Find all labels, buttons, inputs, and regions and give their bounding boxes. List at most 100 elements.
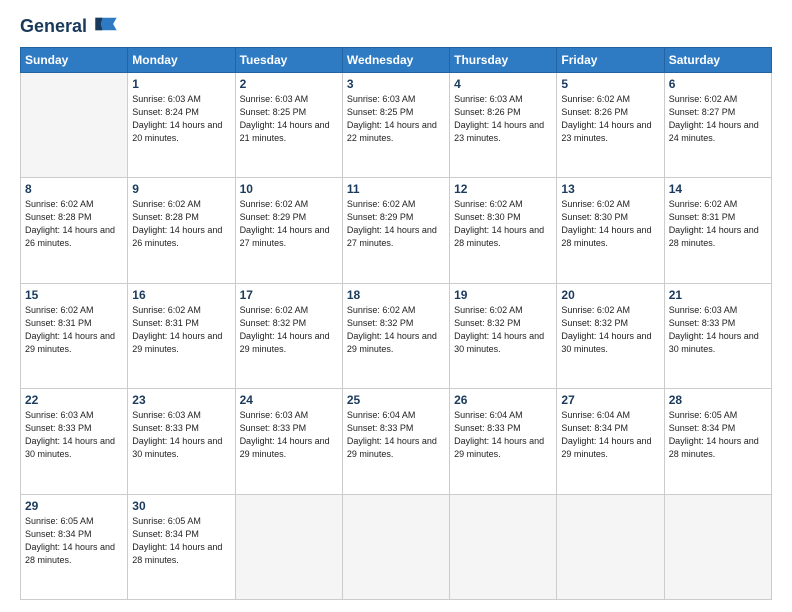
- day-number: 28: [669, 393, 767, 407]
- empty-cell: [664, 494, 771, 599]
- day-number: 16: [132, 288, 230, 302]
- logo-text: General: [20, 16, 120, 37]
- day-info: Sunrise: 6:02 AMSunset: 8:31 PMDaylight:…: [25, 304, 123, 356]
- day-number: 6: [669, 77, 767, 91]
- week-row-2: 8 Sunrise: 6:02 AMSunset: 8:28 PMDayligh…: [21, 178, 772, 283]
- day-info: Sunrise: 6:03 AMSunset: 8:33 PMDaylight:…: [240, 409, 338, 461]
- day-info: Sunrise: 6:02 AMSunset: 8:31 PMDaylight:…: [132, 304, 230, 356]
- day-info: Sunrise: 6:02 AMSunset: 8:29 PMDaylight:…: [347, 198, 445, 250]
- day-cell-12: 12 Sunrise: 6:02 AMSunset: 8:30 PMDaylig…: [450, 178, 557, 283]
- empty-cell: [342, 494, 449, 599]
- day-cell-30: 30 Sunrise: 6:05 AMSunset: 8:34 PMDaylig…: [128, 494, 235, 599]
- day-cell-8: 8 Sunrise: 6:02 AMSunset: 8:28 PMDayligh…: [21, 178, 128, 283]
- col-header-sunday: Sunday: [21, 47, 128, 72]
- day-cell-1: 1 Sunrise: 6:03 AMSunset: 8:24 PMDayligh…: [128, 72, 235, 177]
- day-cell-18: 18 Sunrise: 6:02 AMSunset: 8:32 PMDaylig…: [342, 283, 449, 388]
- day-number: 29: [25, 499, 123, 513]
- day-info: Sunrise: 6:02 AMSunset: 8:30 PMDaylight:…: [561, 198, 659, 250]
- day-number: 10: [240, 182, 338, 196]
- day-info: Sunrise: 6:05 AMSunset: 8:34 PMDaylight:…: [669, 409, 767, 461]
- day-number: 13: [561, 182, 659, 196]
- day-info: Sunrise: 6:02 AMSunset: 8:31 PMDaylight:…: [669, 198, 767, 250]
- day-cell-14: 14 Sunrise: 6:02 AMSunset: 8:31 PMDaylig…: [664, 178, 771, 283]
- day-info: Sunrise: 6:03 AMSunset: 8:24 PMDaylight:…: [132, 93, 230, 145]
- day-number: 23: [132, 393, 230, 407]
- day-info: Sunrise: 6:02 AMSunset: 8:29 PMDaylight:…: [240, 198, 338, 250]
- col-header-wednesday: Wednesday: [342, 47, 449, 72]
- day-number: 24: [240, 393, 338, 407]
- day-number: 18: [347, 288, 445, 302]
- day-info: Sunrise: 6:04 AMSunset: 8:33 PMDaylight:…: [347, 409, 445, 461]
- day-info: Sunrise: 6:02 AMSunset: 8:32 PMDaylight:…: [240, 304, 338, 356]
- col-header-tuesday: Tuesday: [235, 47, 342, 72]
- day-info: Sunrise: 6:03 AMSunset: 8:33 PMDaylight:…: [132, 409, 230, 461]
- day-info: Sunrise: 6:03 AMSunset: 8:25 PMDaylight:…: [347, 93, 445, 145]
- day-cell-11: 11 Sunrise: 6:02 AMSunset: 8:29 PMDaylig…: [342, 178, 449, 283]
- col-header-saturday: Saturday: [664, 47, 771, 72]
- day-info: Sunrise: 6:03 AMSunset: 8:33 PMDaylight:…: [25, 409, 123, 461]
- logo-general: General: [20, 16, 87, 36]
- calendar-header-row: SundayMondayTuesdayWednesdayThursdayFrid…: [21, 47, 772, 72]
- day-cell-26: 26 Sunrise: 6:04 AMSunset: 8:33 PMDaylig…: [450, 389, 557, 494]
- day-cell-19: 19 Sunrise: 6:02 AMSunset: 8:32 PMDaylig…: [450, 283, 557, 388]
- day-cell-16: 16 Sunrise: 6:02 AMSunset: 8:31 PMDaylig…: [128, 283, 235, 388]
- day-info: Sunrise: 6:05 AMSunset: 8:34 PMDaylight:…: [25, 515, 123, 567]
- day-number: 14: [669, 182, 767, 196]
- day-info: Sunrise: 6:02 AMSunset: 8:28 PMDaylight:…: [132, 198, 230, 250]
- day-info: Sunrise: 6:02 AMSunset: 8:32 PMDaylight:…: [454, 304, 552, 356]
- day-number: 22: [25, 393, 123, 407]
- day-number: 9: [132, 182, 230, 196]
- day-number: 4: [454, 77, 552, 91]
- day-cell-15: 15 Sunrise: 6:02 AMSunset: 8:31 PMDaylig…: [21, 283, 128, 388]
- day-cell-25: 25 Sunrise: 6:04 AMSunset: 8:33 PMDaylig…: [342, 389, 449, 494]
- day-info: Sunrise: 6:02 AMSunset: 8:30 PMDaylight:…: [454, 198, 552, 250]
- day-cell-23: 23 Sunrise: 6:03 AMSunset: 8:33 PMDaylig…: [128, 389, 235, 494]
- day-cell-20: 20 Sunrise: 6:02 AMSunset: 8:32 PMDaylig…: [557, 283, 664, 388]
- day-cell-5: 5 Sunrise: 6:02 AMSunset: 8:26 PMDayligh…: [557, 72, 664, 177]
- day-info: Sunrise: 6:02 AMSunset: 8:32 PMDaylight:…: [561, 304, 659, 356]
- day-cell-24: 24 Sunrise: 6:03 AMSunset: 8:33 PMDaylig…: [235, 389, 342, 494]
- col-header-monday: Monday: [128, 47, 235, 72]
- empty-cell: [21, 72, 128, 177]
- day-info: Sunrise: 6:04 AMSunset: 8:33 PMDaylight:…: [454, 409, 552, 461]
- day-cell-29: 29 Sunrise: 6:05 AMSunset: 8:34 PMDaylig…: [21, 494, 128, 599]
- empty-cell: [450, 494, 557, 599]
- day-cell-2: 2 Sunrise: 6:03 AMSunset: 8:25 PMDayligh…: [235, 72, 342, 177]
- day-number: 5: [561, 77, 659, 91]
- week-row-5: 29 Sunrise: 6:05 AMSunset: 8:34 PMDaylig…: [21, 494, 772, 599]
- col-header-thursday: Thursday: [450, 47, 557, 72]
- day-number: 3: [347, 77, 445, 91]
- empty-cell: [557, 494, 664, 599]
- page: General SundayMondayTuesdayWednesdayThur…: [0, 0, 792, 612]
- day-cell-13: 13 Sunrise: 6:02 AMSunset: 8:30 PMDaylig…: [557, 178, 664, 283]
- day-info: Sunrise: 6:03 AMSunset: 8:25 PMDaylight:…: [240, 93, 338, 145]
- day-number: 30: [132, 499, 230, 513]
- day-number: 15: [25, 288, 123, 302]
- week-row-4: 22 Sunrise: 6:03 AMSunset: 8:33 PMDaylig…: [21, 389, 772, 494]
- day-number: 11: [347, 182, 445, 196]
- day-cell-10: 10 Sunrise: 6:02 AMSunset: 8:29 PMDaylig…: [235, 178, 342, 283]
- day-cell-27: 27 Sunrise: 6:04 AMSunset: 8:34 PMDaylig…: [557, 389, 664, 494]
- day-cell-17: 17 Sunrise: 6:02 AMSunset: 8:32 PMDaylig…: [235, 283, 342, 388]
- day-cell-22: 22 Sunrise: 6:03 AMSunset: 8:33 PMDaylig…: [21, 389, 128, 494]
- day-number: 1: [132, 77, 230, 91]
- day-cell-4: 4 Sunrise: 6:03 AMSunset: 8:26 PMDayligh…: [450, 72, 557, 177]
- day-info: Sunrise: 6:02 AMSunset: 8:32 PMDaylight:…: [347, 304, 445, 356]
- empty-cell: [235, 494, 342, 599]
- day-number: 2: [240, 77, 338, 91]
- day-cell-21: 21 Sunrise: 6:03 AMSunset: 8:33 PMDaylig…: [664, 283, 771, 388]
- day-number: 20: [561, 288, 659, 302]
- day-info: Sunrise: 6:03 AMSunset: 8:33 PMDaylight:…: [669, 304, 767, 356]
- day-cell-28: 28 Sunrise: 6:05 AMSunset: 8:34 PMDaylig…: [664, 389, 771, 494]
- day-number: 12: [454, 182, 552, 196]
- day-number: 8: [25, 182, 123, 196]
- logo-flag-icon: [92, 16, 120, 32]
- day-cell-6: 6 Sunrise: 6:02 AMSunset: 8:27 PMDayligh…: [664, 72, 771, 177]
- day-info: Sunrise: 6:02 AMSunset: 8:26 PMDaylight:…: [561, 93, 659, 145]
- day-number: 27: [561, 393, 659, 407]
- day-info: Sunrise: 6:02 AMSunset: 8:28 PMDaylight:…: [25, 198, 123, 250]
- day-cell-9: 9 Sunrise: 6:02 AMSunset: 8:28 PMDayligh…: [128, 178, 235, 283]
- day-info: Sunrise: 6:04 AMSunset: 8:34 PMDaylight:…: [561, 409, 659, 461]
- day-cell-3: 3 Sunrise: 6:03 AMSunset: 8:25 PMDayligh…: [342, 72, 449, 177]
- day-number: 21: [669, 288, 767, 302]
